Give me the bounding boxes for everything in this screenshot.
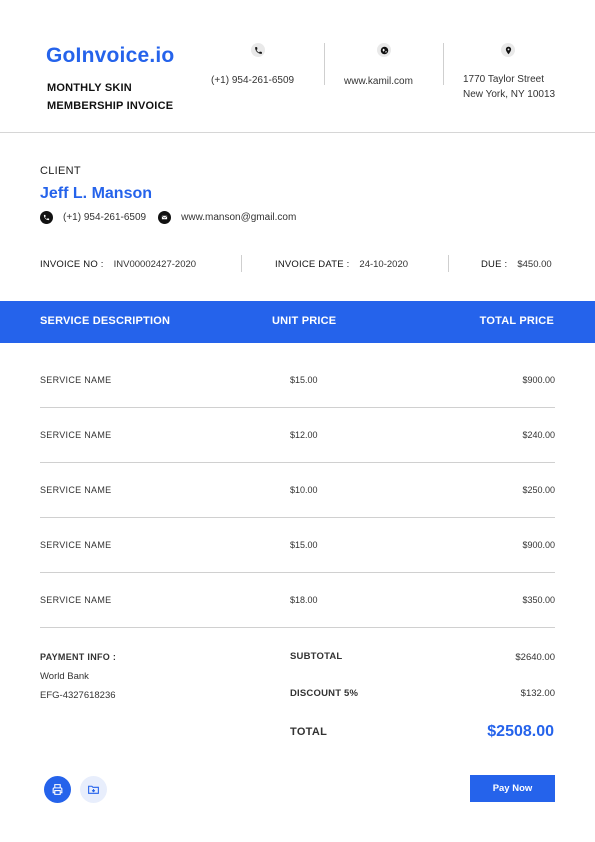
- invoice-date: INVOICE DATE : 24-10-2020: [275, 257, 408, 271]
- client-email[interactable]: www.manson@gmail.com: [181, 212, 296, 223]
- unit-price: $10.00: [290, 485, 318, 495]
- payment-bank: World Bank: [40, 671, 89, 682]
- invoice-number-label: INVOICE NO :: [40, 258, 104, 270]
- column-header-unit-price: UNIT PRICE: [272, 315, 337, 327]
- table-row: SERVICE NAME $18.00 $350.00: [40, 573, 555, 628]
- address-line-2: New York, NY 10013: [463, 89, 556, 100]
- invoice-due: DUE : $450.00: [481, 257, 552, 271]
- header-divider: [443, 43, 444, 85]
- invoice-due-label: DUE :: [481, 258, 508, 270]
- client-name: Jeff L. Manson: [40, 185, 153, 202]
- total-label: TOTAL: [290, 726, 328, 738]
- location-pin-icon: [501, 43, 515, 57]
- print-button[interactable]: [44, 776, 71, 803]
- phone-icon: [251, 43, 265, 57]
- table-row: SERVICE NAME $15.00 $900.00: [40, 353, 555, 408]
- total-price: $240.00: [522, 430, 555, 440]
- unit-price: $18.00: [290, 595, 318, 605]
- download-button[interactable]: [80, 776, 107, 803]
- client-phone: (+1) 954-261-6509: [63, 211, 147, 223]
- service-name: SERVICE NAME: [40, 375, 112, 385]
- subtotal-value: $2640.00: [515, 652, 555, 663]
- unit-price: $12.00: [290, 430, 318, 440]
- download-folder-icon: [88, 785, 99, 794]
- total-value: $2508.00: [487, 723, 554, 740]
- printer-icon: [52, 784, 63, 795]
- service-name: SERVICE NAME: [40, 485, 112, 495]
- service-name: SERVICE NAME: [40, 430, 112, 440]
- unit-price: $15.00: [290, 375, 318, 385]
- total-price: $250.00: [522, 485, 555, 495]
- total-price: $900.00: [522, 540, 555, 550]
- header-website: www.kamil.com: [344, 42, 434, 87]
- total-price: $900.00: [522, 375, 555, 385]
- meta-divider: [241, 255, 242, 272]
- header-website-text[interactable]: www.kamil.com: [344, 74, 413, 89]
- column-header-total-price: TOTAL PRICE: [479, 315, 554, 327]
- meta-divider: [448, 255, 449, 272]
- table-row: SERVICE NAME $10.00 $250.00: [40, 463, 555, 518]
- table-row: SERVICE NAME $12.00 $240.00: [40, 408, 555, 463]
- invoice-number: INVOICE NO : INV00002427-2020: [40, 257, 196, 271]
- discount-label: DISCOUNT 5%: [290, 688, 359, 699]
- header-address: 1770 Taylor Street New York, NY 10013: [463, 42, 563, 100]
- globe-icon: [377, 43, 391, 57]
- payment-info-title: PAYMENT INFO :: [40, 652, 117, 662]
- subtotal-label: SUBTOTAL: [290, 651, 343, 662]
- client-contact: (+1) 954-261-6509 www.manson@gmail.com: [40, 210, 296, 224]
- header-divider: [324, 43, 325, 85]
- invoice-subtitle: MONTHLY SKIN MEMBERSHIP INVOICE: [47, 82, 174, 112]
- table-row: SERVICE NAME $15.00 $900.00: [40, 518, 555, 573]
- email-icon: [158, 210, 172, 224]
- phone-icon: [40, 210, 53, 224]
- table-header: SERVICE DESCRIPTION UNIT PRICE TOTAL PRI…: [0, 301, 595, 343]
- address-line-1: 1770 Taylor Street: [463, 74, 544, 85]
- invoice-number-value: INV00002427-2020: [113, 258, 197, 270]
- header-phone: (+1) 954-261-6509: [211, 42, 311, 86]
- client-label: CLIENT: [40, 165, 81, 177]
- unit-price: $15.00: [290, 540, 318, 550]
- pay-now-button[interactable]: Pay Now: [470, 775, 555, 802]
- discount-value: $132.00: [520, 688, 555, 699]
- brand-logo: GoInvoice.io: [46, 44, 175, 67]
- column-header-description: SERVICE DESCRIPTION: [40, 315, 171, 327]
- invoice-header: GoInvoice.io MONTHLY SKIN MEMBERSHIP INV…: [0, 0, 595, 133]
- invoice-date-value: 24-10-2020: [359, 258, 409, 270]
- payment-account: EFG-4327618236: [40, 690, 116, 701]
- invoice-due-value: $450.00: [517, 258, 552, 270]
- service-name: SERVICE NAME: [40, 540, 112, 550]
- invoice-date-label: INVOICE DATE :: [275, 258, 350, 270]
- header-phone-text: (+1) 954-261-6509: [211, 75, 295, 86]
- total-price: $350.00: [522, 595, 555, 605]
- service-name: SERVICE NAME: [40, 595, 112, 605]
